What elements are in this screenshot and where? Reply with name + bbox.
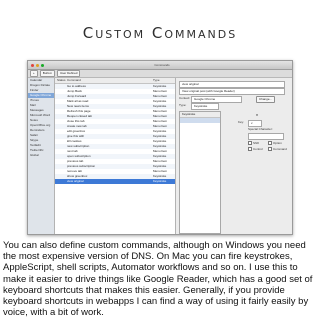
option-label: Option — [273, 141, 282, 145]
special-character-select[interactable] — [248, 133, 284, 140]
shift-label: Shift — [253, 141, 260, 145]
slide-caption: You can also define custom commands, alt… — [3, 240, 313, 318]
command-type: Keystroke — [153, 179, 167, 183]
type-column-header[interactable]: Type — [153, 78, 175, 83]
minimize-window-icon[interactable] — [36, 63, 39, 67]
context-field[interactable]: Google Chrome — [191, 96, 242, 103]
application-sidebar: Calendar Dragon Dictate Finder Google Chrom… — [28, 78, 55, 234]
command-status — [55, 179, 67, 184]
option-modifier-checkbox[interactable]: Option — [268, 141, 282, 146]
keystroke-list-pane: Keystroke — [179, 111, 221, 234]
type-label: Type: — [179, 103, 187, 107]
sidebar-item[interactable]: Global — [28, 153, 54, 158]
commands-window-screenshot: Commands + Built-in User Defined Calenda… — [27, 60, 293, 235]
window-title: Commands — [154, 63, 170, 67]
command-description-field[interactable]: View original post (with Google Reader) — [179, 88, 285, 95]
command-modifier-checkbox[interactable]: Command — [268, 147, 287, 152]
command-list-rows: Go to address Keystroke Jump Back Menu Item… — [55, 84, 175, 184]
key-label: Key: — [238, 120, 245, 124]
checkbox-icon — [248, 147, 252, 152]
shortcut-key-display: V — [256, 113, 259, 117]
built-in-filter-button[interactable]: Built-in — [39, 70, 55, 77]
window-toolbar: + Built-in User Defined — [28, 70, 292, 78]
command-detail-pane: view original View original post (with G… — [176, 78, 292, 234]
checkbox-icon — [248, 141, 252, 146]
change-context-button[interactable]: Change... — [256, 96, 276, 103]
keystroke-entry[interactable] — [180, 118, 220, 123]
command-column-header[interactable]: Command — [67, 78, 153, 83]
zoom-window-icon[interactable] — [41, 63, 44, 67]
type-select[interactable]: Keystroke — [191, 103, 219, 110]
command-name: view original — [67, 179, 84, 183]
checkbox-icon — [268, 141, 272, 146]
command-row[interactable]: view original Keystroke — [55, 179, 175, 184]
command-list: Status Command Type Go to address Keystro… — [55, 78, 176, 234]
user-defined-filter-button[interactable]: User Defined — [56, 70, 81, 77]
control-modifier-checkbox[interactable]: Control — [248, 147, 263, 152]
command-label: Command — [273, 147, 287, 151]
key-field[interactable]: v — [248, 120, 262, 127]
slide-title: Custom Commands — [82, 24, 238, 42]
checkbox-icon — [268, 147, 272, 152]
control-label: Control — [253, 147, 263, 151]
context-label: Context: — [179, 96, 191, 100]
close-window-icon[interactable] — [31, 63, 34, 67]
status-column-header[interactable]: Status — [55, 78, 67, 83]
command-name-field[interactable]: view original — [179, 81, 285, 88]
special-character-label: Special Character: — [248, 127, 273, 131]
shift-modifier-checkbox[interactable]: Shift — [248, 141, 259, 146]
window-titlebar: Commands — [28, 61, 292, 70]
new-command-button[interactable]: + — [30, 70, 38, 77]
